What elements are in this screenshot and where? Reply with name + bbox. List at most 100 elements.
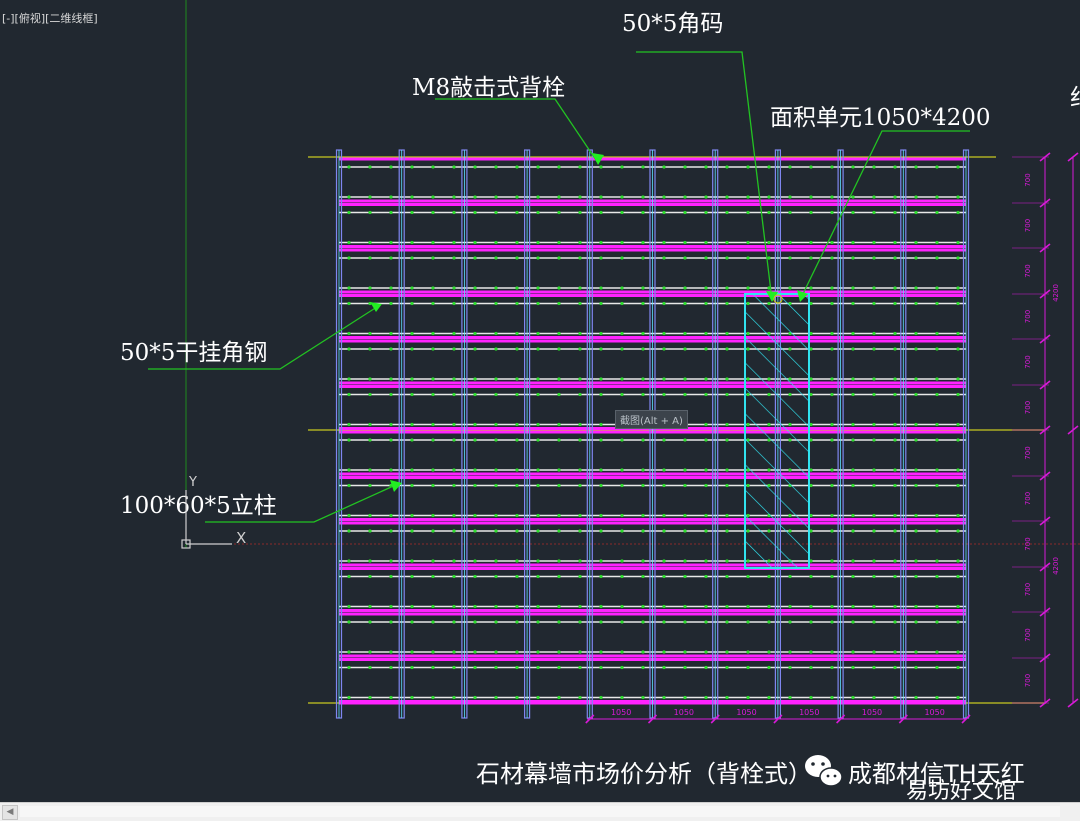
- bolt-dot: [431, 438, 435, 442]
- bolt-dot: [872, 286, 876, 290]
- bolt-dot: [557, 210, 561, 215]
- bolt-dot: [347, 620, 351, 624]
- area-unit-hatch[interactable]: [744, 293, 810, 569]
- bolt-dot: [620, 665, 624, 670]
- scrollbar-thumb[interactable]: [20, 806, 1060, 817]
- bolt-dot: [473, 240, 477, 245]
- bolt-dot: [641, 377, 645, 381]
- horizontal-scrollbar[interactable]: ◀: [0, 802, 1080, 821]
- bolt-dot: [557, 650, 561, 654]
- bolt-dot: [578, 559, 582, 563]
- bolt-dot: [536, 195, 540, 199]
- bolt-dot: [410, 301, 414, 306]
- bolt-dot: [956, 422, 960, 427]
- bolt-dot: [578, 695, 582, 700]
- bolt-dot: [389, 240, 393, 245]
- bolt-dot: [788, 604, 792, 609]
- bolt-dot: [347, 422, 351, 427]
- bolt-dot: [620, 210, 624, 215]
- bolt-dot: [830, 574, 834, 579]
- bolt-dot: [431, 165, 435, 169]
- bolt-dot: [830, 665, 834, 670]
- bolt-dot: [620, 195, 624, 199]
- bolt-dot: [389, 377, 393, 381]
- viewport-label[interactable]: [-][俯视][二维线框]: [2, 10, 98, 26]
- bolt-dot: [914, 286, 918, 290]
- bolt-dot: [599, 604, 603, 609]
- bolt-dot: [641, 695, 645, 700]
- bolt-dot: [851, 665, 855, 670]
- bolt-dot: [809, 574, 813, 579]
- bolt-dot: [851, 468, 855, 472]
- bolt-dot: [641, 574, 645, 579]
- bolt-dot: [578, 513, 582, 518]
- bolt-dot: [893, 347, 897, 351]
- annotation-bolt[interactable]: M8敲击式背栓: [412, 75, 565, 101]
- bolt-dot: [662, 438, 666, 442]
- bolt-dot: [578, 377, 582, 381]
- bolt-dot: [347, 438, 351, 442]
- bolt-dot: [473, 392, 477, 397]
- bolt-dot: [515, 483, 519, 488]
- bolt-dot: [620, 468, 624, 472]
- bolt-dot: [872, 331, 876, 336]
- bolt-dot: [893, 195, 897, 199]
- dimension-text: 700: [1024, 173, 1032, 186]
- bolt-dot: [872, 422, 876, 427]
- bolt-dot: [830, 604, 834, 609]
- bolt-dot: [641, 165, 645, 169]
- bolt-dot: [830, 165, 834, 169]
- bolt-dot: [830, 286, 834, 290]
- bolt-dot: [746, 195, 750, 199]
- cad-viewport[interactable]: [-][俯视][二维线框] 700 700 700 700 700 700 700 700 70…: [0, 0, 1080, 804]
- bolt-dot: [893, 331, 897, 336]
- annotation-corner-code[interactable]: 50*5角码: [622, 11, 723, 37]
- annotation-area-unit[interactable]: 面积单元1050*4200: [770, 105, 991, 131]
- dimension-text: 4200: [1052, 284, 1060, 302]
- bolt-dot: [956, 665, 960, 670]
- bolt-dot: [515, 620, 519, 624]
- bolt-dot: [368, 347, 372, 351]
- bolt-dot: [578, 483, 582, 488]
- bolt-dot: [431, 256, 435, 260]
- bolt-dot: [473, 210, 477, 215]
- bolt-dot: [683, 165, 687, 169]
- bolt-dot: [599, 256, 603, 260]
- cad-drawing-canvas[interactable]: 700 700 700 700 700 700 700 700 700 700 700 700 4200…: [0, 0, 1080, 802]
- bolt-dot: [851, 210, 855, 215]
- bolt-dot: [893, 574, 897, 579]
- bolt-dot: [389, 331, 393, 336]
- bolt-dot: [452, 256, 456, 260]
- bolt-dot: [893, 665, 897, 670]
- bolt-dot: [536, 468, 540, 472]
- bolt-dot: [515, 665, 519, 670]
- ucs-y-label: Y: [188, 475, 197, 490]
- bolt-dot: [956, 286, 960, 290]
- bolt-dot: [536, 392, 540, 397]
- bolt-dot: [389, 665, 393, 670]
- annotation-column[interactable]: 100*60*5立柱: [120, 493, 277, 519]
- bolt-dot: [557, 195, 561, 199]
- bolt-dot: [410, 620, 414, 624]
- bolt-dot: [557, 438, 561, 442]
- bolt-dot: [830, 195, 834, 199]
- bolt-dot: [599, 392, 603, 397]
- bolt-dot: [767, 256, 771, 260]
- annotation-angle-steel[interactable]: 50*5干挂角钢: [120, 340, 267, 366]
- bolt-dot: [872, 438, 876, 442]
- bolt-dot: [683, 513, 687, 518]
- bolt-dot: [620, 574, 624, 579]
- bolt-dot: [830, 256, 834, 260]
- bolt-dot: [725, 574, 729, 579]
- bolt-dot: [746, 620, 750, 624]
- bolt-dot: [368, 438, 372, 442]
- bolt-dot: [347, 650, 351, 654]
- bolt-dot: [788, 240, 792, 245]
- bolt-dot: [704, 513, 708, 518]
- bolt-dot: [641, 604, 645, 609]
- bolt-dot: [893, 165, 897, 169]
- bolt-dot: [956, 392, 960, 397]
- scroll-left-button[interactable]: ◀: [2, 805, 18, 820]
- bolt-dot: [536, 665, 540, 670]
- bolt-dot: [515, 286, 519, 290]
